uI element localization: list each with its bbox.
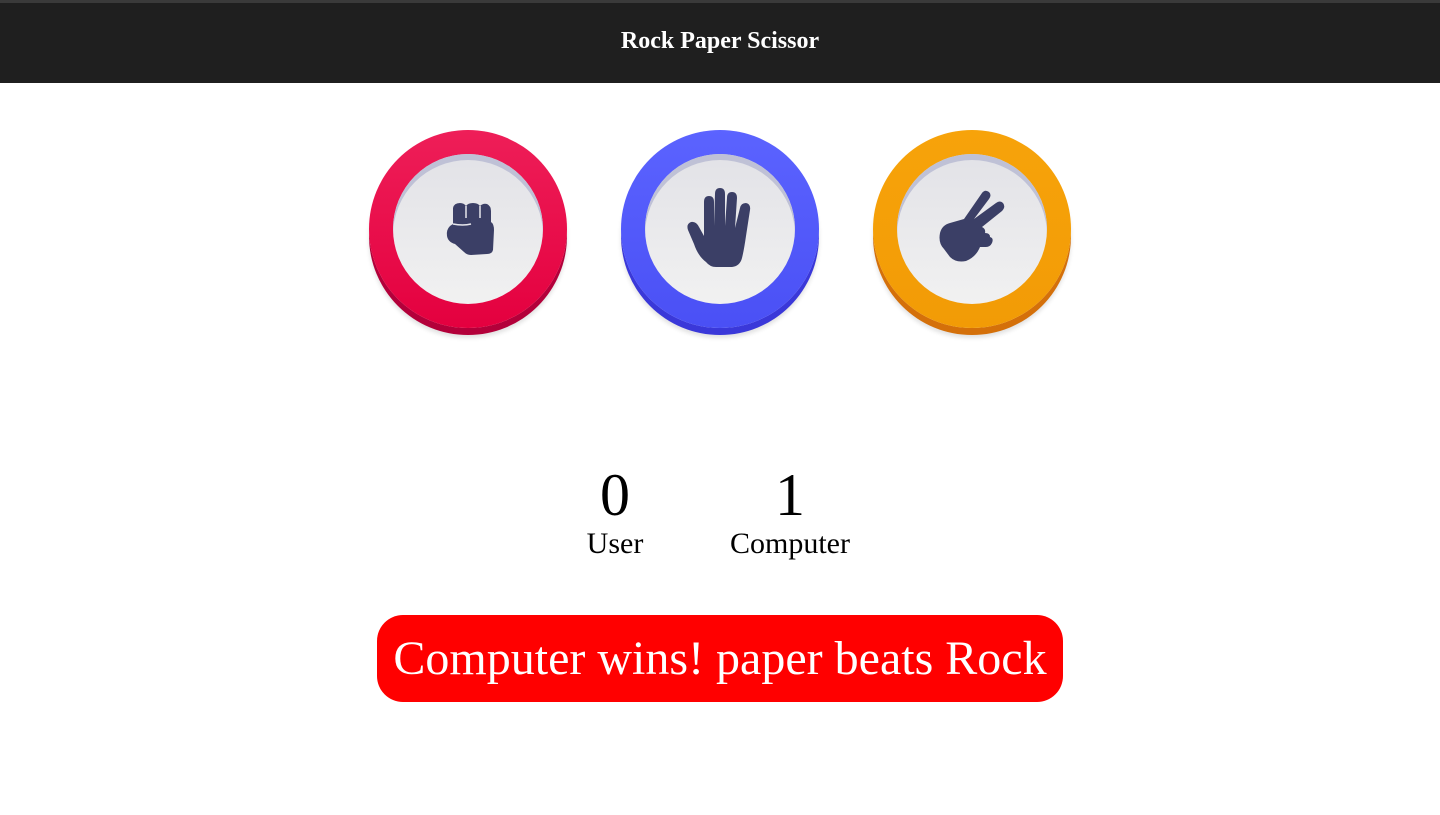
user-score-value: 0 bbox=[600, 462, 630, 528]
rock-button[interactable] bbox=[369, 130, 567, 335]
result-message: Computer wins! paper beats Rock bbox=[377, 615, 1063, 702]
paper-button[interactable] bbox=[621, 130, 819, 335]
computer-score-label: Computer bbox=[730, 527, 850, 560]
scissors-inner bbox=[897, 154, 1047, 304]
fist-icon bbox=[446, 203, 494, 255]
scissors-button[interactable] bbox=[873, 130, 1071, 335]
computer-score: 1 Computer bbox=[710, 460, 870, 562]
paper-inner bbox=[645, 154, 795, 304]
page-title: Rock Paper Scissor bbox=[620, 27, 820, 54]
rock-inner bbox=[393, 154, 543, 304]
peace-hand-icon bbox=[939, 190, 1005, 262]
top-bar: Rock Paper Scissor bbox=[0, 0, 1440, 83]
open-hand-icon bbox=[687, 188, 751, 267]
user-score-label: User bbox=[586, 527, 644, 560]
computer-score-value: 1 bbox=[775, 462, 805, 528]
user-score: 0 User bbox=[565, 460, 665, 562]
